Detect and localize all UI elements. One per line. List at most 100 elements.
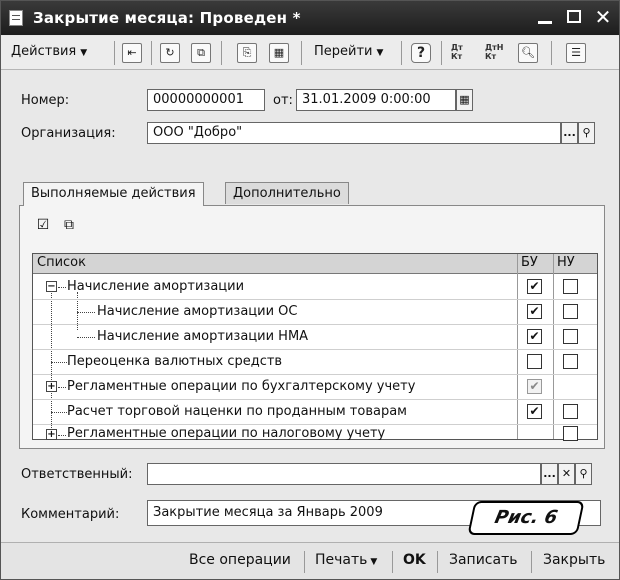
table-row[interactable]: Переоценка валютных средств bbox=[33, 350, 597, 375]
table-row[interactable]: + Регламентные операции по налоговому уч… bbox=[33, 425, 597, 441]
help-icon[interactable]: ? bbox=[411, 43, 431, 63]
toolbar-separator bbox=[221, 41, 222, 65]
title-bar: Закрытие месяца: Проведен * ✕ bbox=[1, 1, 619, 35]
tab-actions[interactable]: Выполняемые действия bbox=[23, 182, 204, 206]
row-label: Начисление амортизации НМА bbox=[97, 329, 309, 344]
bu-checkbox[interactable]: ✔ bbox=[527, 379, 542, 394]
copy-icon[interactable]: ⧉ bbox=[191, 43, 211, 63]
tree-line bbox=[77, 337, 95, 338]
nu-checkbox[interactable] bbox=[563, 426, 578, 441]
table-row[interactable]: Начисление амортизации НМА ✔ bbox=[33, 325, 597, 350]
dropdown-arrow-icon: ▼ bbox=[370, 557, 378, 567]
goto-menu-button[interactable]: Перейти ▼ bbox=[310, 41, 387, 65]
toolbar-separator bbox=[151, 41, 152, 65]
print-menu-button[interactable]: Печать ▼ bbox=[315, 552, 377, 568]
check-all-icon[interactable]: ☑ bbox=[34, 216, 52, 234]
responsible-label: Ответственный: bbox=[21, 467, 133, 482]
save-button[interactable]: Записать bbox=[449, 552, 518, 568]
toolbar-separator bbox=[301, 41, 302, 65]
tab-panel-actions: ☑ ⧉ Список БУ НУ − Начисление амортизаци… bbox=[19, 205, 605, 449]
preview-icon[interactable]: 🔍︎ bbox=[518, 43, 538, 63]
refresh-icon[interactable]: ↻ bbox=[160, 43, 180, 63]
bu-checkbox[interactable] bbox=[527, 354, 542, 369]
tree-line bbox=[77, 312, 95, 313]
tree-line bbox=[51, 362, 67, 363]
bu-checkbox[interactable]: ✔ bbox=[527, 304, 542, 319]
row-label: Начисление амортизации ОС bbox=[97, 304, 298, 319]
footer-separator bbox=[392, 551, 393, 573]
close-button[interactable]: Закрыть bbox=[543, 552, 605, 568]
expand-icon[interactable]: + bbox=[46, 381, 57, 392]
open-search-icon[interactable]: ⚲ bbox=[578, 122, 595, 144]
column-header-bu: БУ bbox=[521, 255, 538, 270]
all-operations-button[interactable]: Все операции bbox=[189, 552, 291, 568]
document-window: Закрытие месяца: Проведен * ✕ Действия ▼ … bbox=[0, 0, 620, 580]
table-row[interactable]: Расчет торговой наценки по проданным тов… bbox=[33, 400, 597, 425]
actions-menu-label: Действия bbox=[11, 44, 77, 59]
minimize-button[interactable] bbox=[533, 5, 557, 29]
ok-button[interactable]: OK bbox=[403, 552, 426, 568]
table-row[interactable]: Начисление амортизации ОС ✔ bbox=[33, 300, 597, 325]
bu-checkbox[interactable]: ✔ bbox=[527, 279, 542, 294]
toolbar-separator bbox=[441, 41, 442, 65]
number-field[interactable]: 00000000001 bbox=[147, 89, 265, 111]
nu-checkbox[interactable] bbox=[563, 279, 578, 294]
tree-line bbox=[51, 412, 67, 413]
comment-label: Комментарий: bbox=[21, 507, 120, 522]
row-label: Регламентные операции по бухгалтерскому … bbox=[67, 379, 416, 394]
tree-line bbox=[58, 387, 66, 388]
row-label: Расчет торговой наценки по проданным тов… bbox=[67, 404, 407, 419]
window-title: Закрытие месяца: Проведен * bbox=[33, 9, 301, 27]
bu-checkbox[interactable]: ✔ bbox=[527, 329, 542, 344]
nu-checkbox[interactable] bbox=[563, 329, 578, 344]
dtkt-tax-report-icon[interactable]: ДтН Кт bbox=[485, 43, 507, 63]
actions-table: Список БУ НУ − Начисление амортизации ✔ bbox=[32, 253, 598, 441]
nu-checkbox[interactable] bbox=[563, 404, 578, 419]
close-window-button[interactable]: ✕ bbox=[591, 5, 615, 29]
row-label: Переоценка валютных средств bbox=[67, 354, 283, 369]
toolbar-separator bbox=[551, 41, 552, 65]
date-label: от: bbox=[273, 93, 293, 108]
tab-container: Выполняемые действия Дополнительно ☑ ⧉ С… bbox=[19, 182, 605, 449]
select-ellipsis-icon[interactable]: ... bbox=[561, 122, 578, 144]
footer-separator bbox=[304, 551, 305, 573]
organization-label: Организация: bbox=[21, 126, 116, 141]
document-icon bbox=[9, 10, 23, 26]
calendar-icon[interactable]: ▦ bbox=[456, 89, 473, 111]
dtkt-report-icon[interactable]: Дт Кт bbox=[451, 43, 473, 63]
date-field[interactable]: 31.01.2009 0:00:00 bbox=[296, 89, 456, 111]
tree-line bbox=[58, 287, 66, 288]
footer-toolbar: Все операции Печать ▼ OK Записать Закрыть bbox=[1, 542, 619, 579]
column-header-list: Список bbox=[37, 255, 86, 270]
nu-checkbox[interactable] bbox=[563, 304, 578, 319]
goto-menu-label: Перейти bbox=[314, 44, 373, 59]
document-list-icon[interactable]: ☰ bbox=[566, 43, 586, 63]
responsible-field[interactable] bbox=[147, 463, 541, 485]
uncheck-all-icon[interactable]: ⧉ bbox=[60, 216, 78, 234]
column-header-nu: НУ bbox=[557, 255, 575, 270]
bu-checkbox[interactable]: ✔ bbox=[527, 404, 542, 419]
tab-additional[interactable]: Дополнительно bbox=[225, 182, 349, 204]
print-label: Печать bbox=[315, 552, 368, 568]
dropdown-arrow-icon: ▼ bbox=[376, 48, 384, 58]
toolbar-separator bbox=[114, 41, 115, 65]
minimize-icon bbox=[538, 21, 552, 24]
post-document-icon[interactable]: ⇤ bbox=[122, 43, 142, 63]
table-row[interactable]: + Регламентные операции по бухгалтерском… bbox=[33, 375, 597, 400]
expand-icon[interactable]: + bbox=[46, 429, 57, 440]
open-search-icon[interactable]: ⚲ bbox=[575, 463, 592, 485]
organization-field[interactable]: ООО "Добро" bbox=[147, 122, 561, 144]
number-label: Номер: bbox=[21, 93, 70, 108]
footer-separator bbox=[531, 551, 532, 573]
tree-line bbox=[58, 435, 66, 436]
based-on-icon[interactable]: ⎘ bbox=[237, 43, 257, 63]
structure-icon[interactable]: ▦ bbox=[269, 43, 289, 63]
collapse-icon[interactable]: − bbox=[46, 281, 57, 292]
maximize-button[interactable] bbox=[562, 5, 586, 29]
figure-caption: Рис. 6 bbox=[467, 501, 585, 535]
nu-checkbox[interactable] bbox=[563, 354, 578, 369]
clear-icon[interactable]: ✕ bbox=[558, 463, 575, 485]
table-row[interactable]: − Начисление амортизации ✔ bbox=[33, 275, 597, 300]
actions-menu-button[interactable]: Действия ▼ bbox=[7, 41, 91, 65]
select-ellipsis-icon[interactable]: ... bbox=[541, 463, 558, 485]
